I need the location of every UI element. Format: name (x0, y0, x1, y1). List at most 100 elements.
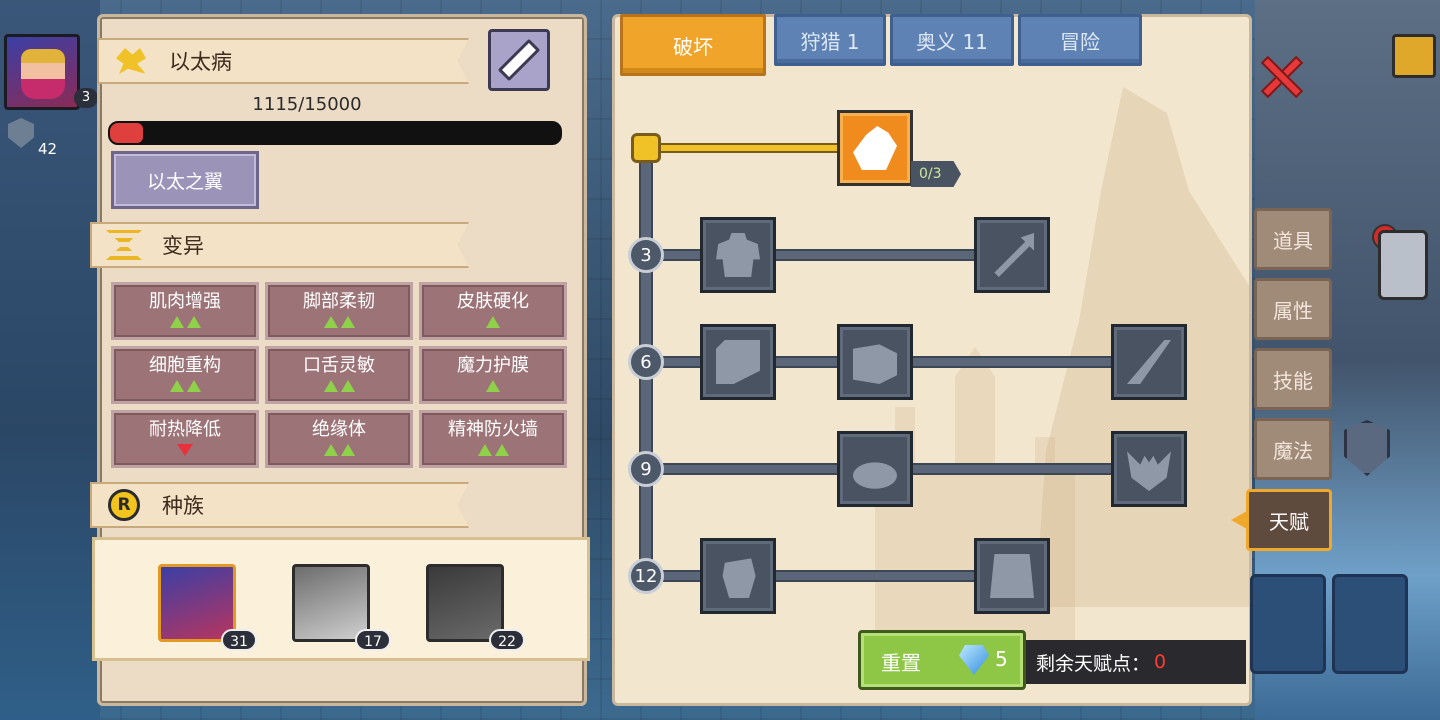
mutation-level (477, 444, 509, 456)
mutation-item[interactable]: 细胞重构 (111, 346, 259, 404)
skill-raised-fist[interactable] (700, 538, 776, 614)
dna-icon (106, 230, 142, 260)
tier-marker-9: 9 (628, 451, 664, 487)
muscle-body-icon (716, 233, 760, 277)
tier-marker-12: 12 (628, 558, 664, 594)
mutation-level (169, 316, 201, 328)
disease-icon (116, 48, 146, 74)
syringe-button[interactable] (488, 29, 550, 91)
positive-arrow-icon (477, 444, 492, 456)
skill-card-break[interactable] (700, 324, 776, 400)
close-icon[interactable] (1258, 54, 1304, 100)
skill-punch[interactable] (837, 324, 913, 400)
race-level-badge: 17 (355, 629, 391, 651)
mutation-item[interactable]: 魔力护膜 (419, 346, 567, 404)
hero-face (21, 49, 65, 99)
hero-avatar[interactable] (4, 34, 80, 110)
race-list: 31 17 22 (92, 537, 590, 661)
race-portrait-3[interactable]: 22 (426, 564, 525, 651)
positive-arrow-icon (169, 316, 184, 328)
positive-arrow-icon (186, 316, 201, 328)
positive-arrow-icon (186, 380, 201, 392)
mutation-item[interactable]: 口舌灵敏 (265, 346, 413, 404)
negative-arrow-icon (177, 444, 193, 456)
bow-icon[interactable] (1332, 574, 1408, 674)
race-portrait-1[interactable]: 31 (158, 564, 257, 651)
reset-cost: 5 (995, 647, 1008, 671)
disease-ribbon: 以太病 (97, 38, 445, 84)
skill-point-count: 0/3 (911, 161, 961, 187)
mutation-name: 绝缘体 (312, 419, 366, 440)
positive-arrow-icon (323, 380, 338, 392)
race-portrait-2[interactable]: 17 (292, 564, 391, 651)
skill-muscle-body[interactable] (700, 217, 776, 293)
talent-tabs: 破坏 狩猎 1 奥义 11 冒险 (620, 14, 1142, 76)
mutation-item[interactable]: 肌肉增强 (111, 282, 259, 340)
positive-arrow-icon (494, 444, 509, 456)
mutation-name: 精神防火墙 (448, 419, 538, 440)
skill-arm-wrestle[interactable] (837, 110, 913, 186)
tier-marker-3: 3 (628, 237, 664, 273)
remaining-value: 0 (1154, 651, 1167, 673)
bat-wing-icon (1127, 451, 1171, 491)
arrow-branch-icon (994, 233, 1034, 277)
disease-progress-bar (108, 121, 562, 145)
positive-arrow-icon (323, 316, 338, 328)
ether-wing-button[interactable]: 以太之翼 (111, 151, 259, 209)
skill-orb-ripple[interactable] (837, 431, 913, 507)
race-ribbon: R 种族 (90, 482, 445, 528)
mutation-name: 细胞重构 (149, 355, 221, 376)
slash-splash-icon (1127, 340, 1171, 384)
mutation-ribbon: 变异 (90, 222, 445, 268)
side-tab-skills[interactable]: 技能 (1254, 348, 1332, 410)
mutation-name: 肌肉增强 (149, 291, 221, 312)
hero-level-badge: 3 (74, 88, 98, 108)
tier-marker-6: 6 (628, 344, 664, 380)
sword-icon[interactable] (1250, 574, 1326, 674)
positive-arrow-icon (486, 380, 500, 392)
mutation-level (486, 380, 500, 392)
mutation-level (169, 380, 201, 392)
mutation-item[interactable]: 耐热降低 (111, 410, 259, 468)
reset-talents-button[interactable]: 重置 5 (858, 630, 1026, 690)
skill-arrow-branch[interactable] (974, 217, 1050, 293)
mutation-item[interactable]: 精神防火墙 (419, 410, 567, 468)
positive-arrow-icon (340, 444, 355, 456)
skill-slash-splash[interactable] (1111, 324, 1187, 400)
map-icon[interactable] (1392, 34, 1436, 78)
tab-arcana[interactable]: 奥义 11 (890, 14, 1014, 66)
skill-bat-wing[interactable] (1111, 431, 1187, 507)
shield-count: 42 (38, 140, 58, 158)
side-tab-items[interactable]: 道具 (1254, 208, 1332, 270)
tab-hunt[interactable]: 狩猎 1 (774, 14, 886, 66)
phone-icon[interactable] (1378, 230, 1428, 300)
remaining-label: 剩余天赋点： (1036, 652, 1151, 675)
mutation-item[interactable]: 脚部柔韧 (265, 282, 413, 340)
mutation-item[interactable]: 绝缘体 (265, 410, 413, 468)
disease-progress-text: 1115/15000 (252, 94, 362, 115)
mutation-name: 口舌灵敏 (303, 355, 375, 376)
mutation-grid: 肌肉增强 脚部柔韧 皮肤硬化细胞重构 口舌灵敏 魔力护膜耐热降低 绝缘体 精神防火墙 (111, 282, 567, 468)
side-tab-magic[interactable]: 魔法 (1254, 418, 1332, 480)
disease-progress-fill (110, 123, 144, 143)
reset-label: 重置 (881, 651, 921, 675)
mutation-level (177, 444, 193, 456)
side-tab-talent[interactable]: 天赋 (1246, 489, 1332, 551)
skill-fist-wall[interactable] (974, 538, 1050, 614)
tab-adventure[interactable]: 冒险 (1018, 14, 1142, 66)
fist-wall-icon (990, 554, 1034, 598)
mutation-name: 耐热降低 (149, 419, 221, 440)
race-level-badge: 31 (221, 629, 257, 651)
mutation-name: 魔力护膜 (457, 355, 529, 376)
positive-arrow-icon (340, 316, 355, 328)
mutation-name: 皮肤硬化 (457, 291, 529, 312)
tree-root-node (631, 133, 661, 163)
arm-wrestle-icon (853, 126, 897, 170)
positive-arrow-icon (323, 444, 338, 456)
tab-destroy[interactable]: 破坏 (620, 14, 766, 76)
mutation-item[interactable]: 皮肤硬化 (419, 282, 567, 340)
side-tab-attributes[interactable]: 属性 (1254, 278, 1332, 340)
mutation-level (323, 380, 355, 392)
mutation-level (323, 316, 355, 328)
mutation-title: 变异 (162, 234, 204, 258)
